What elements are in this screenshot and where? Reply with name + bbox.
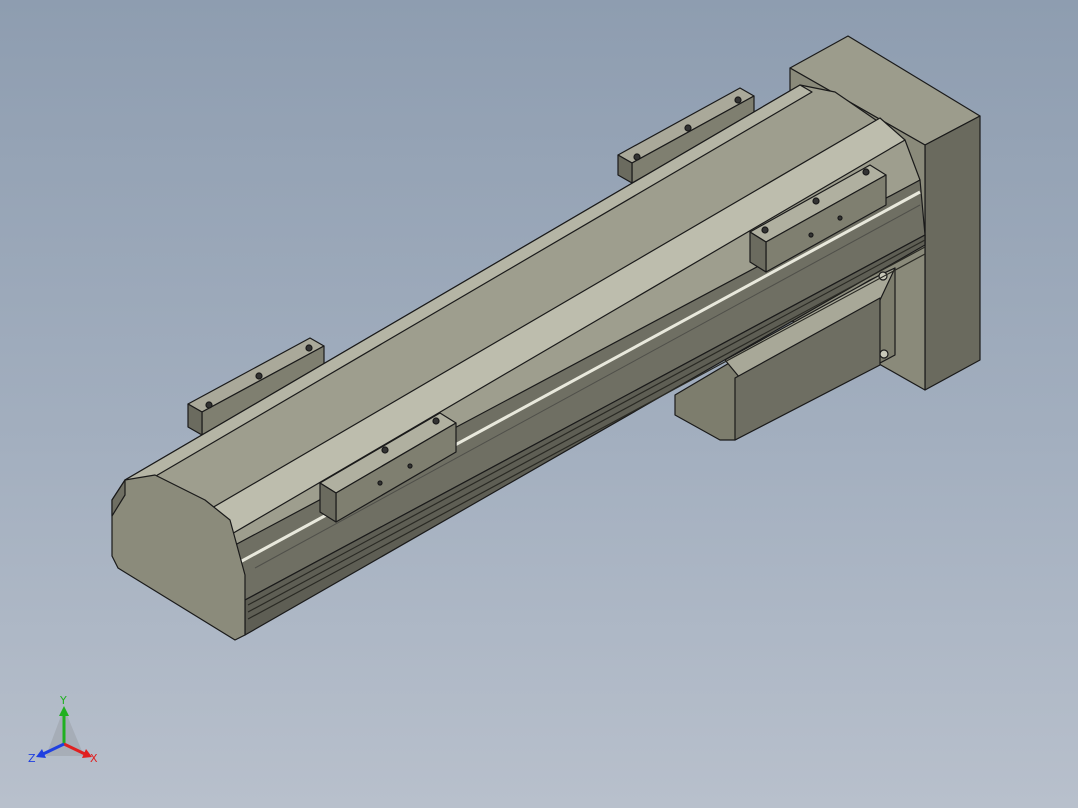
coordinate-triad: Y X Z — [28, 694, 98, 765]
linear-actuator-model[interactable] — [0, 0, 1078, 808]
y-axis-label: Y — [59, 694, 67, 707]
graphics-viewport[interactable]: Y X Z — [0, 0, 1078, 808]
x-axis-label: X — [90, 752, 98, 765]
z-axis-label: Z — [28, 752, 36, 765]
